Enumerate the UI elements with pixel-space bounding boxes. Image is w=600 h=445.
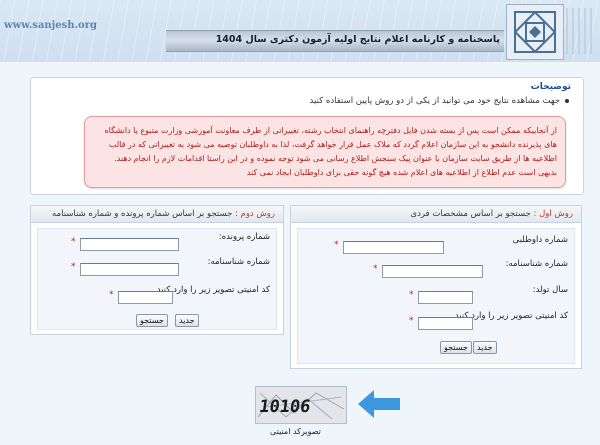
captcha-label-2: کد امنیتی تصویر زیر را وارد کنید xyxy=(156,285,270,295)
new-captcha-button-2[interactable]: جدید xyxy=(175,314,199,327)
method1-form: شماره داوطلبی * شماره شناسنامه: * سال تو… xyxy=(297,228,575,364)
site-url[interactable]: www.sanjesh.org xyxy=(4,20,97,31)
method1-box: روش اول : جستجو بر اساس مشخصات فردی شمار… xyxy=(290,205,582,369)
captcha-caption: تصویرکد امنیتی xyxy=(270,427,321,436)
info-panel: توضیحات جهت مشاهده نتایج خود می توانید ا… xyxy=(30,77,584,195)
captcha-input-2[interactable] xyxy=(118,291,173,304)
search-button-2[interactable]: جستجو xyxy=(136,314,168,327)
required-mark: * xyxy=(71,262,76,272)
applicant-no-label: شماره داوطلبی xyxy=(512,235,568,245)
required-mark: * xyxy=(409,290,414,300)
method1-subtitle: جستجو بر اساس مشخصات فردی xyxy=(410,209,531,219)
info-line-text: جهت مشاهده نتایج خود می توانید از یکی از… xyxy=(309,96,560,106)
arrow-left-icon xyxy=(358,390,400,418)
header-decoration xyxy=(566,8,596,54)
method1-tag: روش اول : xyxy=(533,209,574,219)
info-title: توضیحات xyxy=(530,82,571,92)
id-no-input[interactable] xyxy=(382,265,483,278)
method2-tag: روش دوم : xyxy=(234,209,275,219)
required-mark: * xyxy=(409,316,414,326)
method2-form: شماره پرونده: * شماره شناسنامه: * کد امن… xyxy=(37,228,277,330)
method1-header: روش اول : جستجو بر اساس مشخصات فردی xyxy=(291,206,581,223)
page-title: پاسخنامه و کارنامه اعلام نتایج اولیه آزم… xyxy=(215,34,500,45)
header-title-bar: پاسخنامه و کارنامه اعلام نتایج اولیه آزم… xyxy=(166,30,504,52)
birth-year-label: سال تولد: xyxy=(532,285,568,295)
new-captcha-button-1[interactable]: جدید xyxy=(473,341,497,354)
id-no-input-2[interactable] xyxy=(80,263,179,276)
required-mark: * xyxy=(71,237,76,247)
page-header: www.sanjesh.org پاسخنامه و کارنامه اعلام… xyxy=(0,0,600,62)
sanjesh-logo xyxy=(506,4,564,60)
required-mark: * xyxy=(334,240,339,250)
applicant-no-input[interactable] xyxy=(343,241,444,254)
file-no-input[interactable] xyxy=(80,238,179,251)
sanjesh-logo-icon xyxy=(513,10,557,54)
bullet-icon xyxy=(565,98,569,103)
notice-alert: از آنجاییکه ممکن است پس از بسته شدن فایل… xyxy=(84,116,566,188)
birth-year-input[interactable] xyxy=(418,291,473,304)
info-line: جهت مشاهده نتایج خود می توانید از یکی از… xyxy=(310,96,569,106)
required-mark: * xyxy=(109,290,114,300)
captcha-noise: 10106 xyxy=(257,392,345,420)
captcha-image: 10106 xyxy=(255,386,347,424)
search-button-1[interactable]: جستجو xyxy=(440,341,472,354)
method2-header: روش دوم : جستجو بر اساس شماره پرونده و ش… xyxy=(31,206,283,223)
id-no-label: شماره شناسنامه: xyxy=(505,259,568,269)
method2-box: روش دوم : جستجو بر اساس شماره پرونده و ش… xyxy=(30,205,284,335)
notice-alert-text: از آنجاییکه ممکن است پس از بسته شدن فایل… xyxy=(104,126,557,177)
required-mark: * xyxy=(373,264,378,274)
captcha-code: 10106 xyxy=(258,397,312,417)
method2-subtitle: جستجو بر اساس شماره پرونده و شماره شناسن… xyxy=(52,209,233,219)
captcha-input-1[interactable] xyxy=(418,317,473,330)
file-no-label: شماره پرونده: xyxy=(218,232,270,242)
id-no-label-2: شماره شناسنامه: xyxy=(207,257,270,267)
